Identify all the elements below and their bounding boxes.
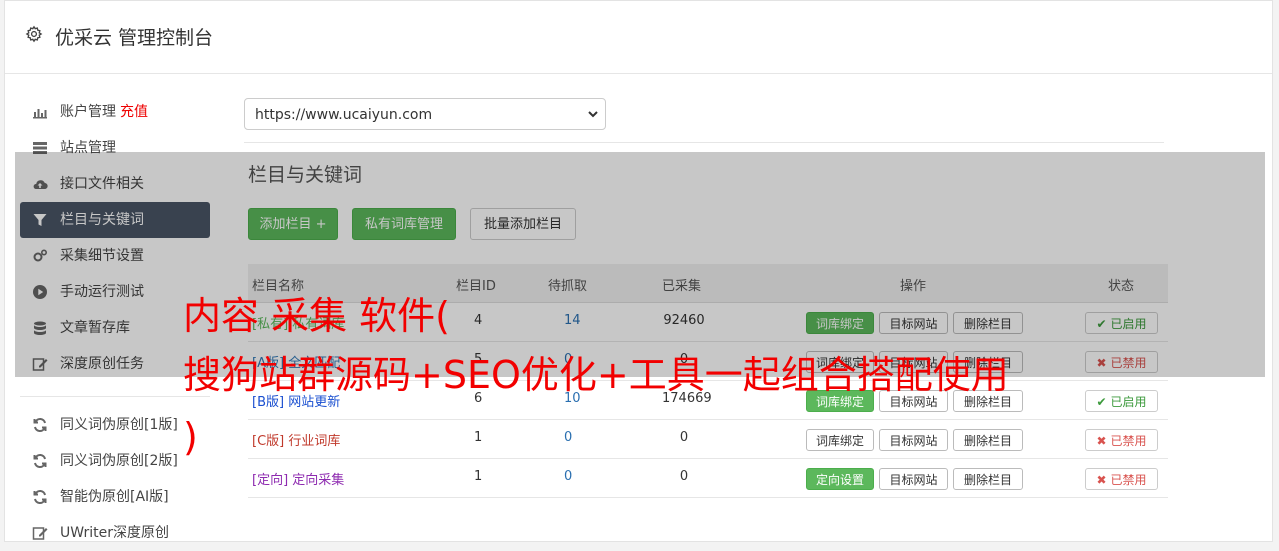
watermark-line-3: )	[183, 415, 198, 459]
check-icon: ✔	[1096, 395, 1107, 409]
status-label: 已禁用	[1110, 473, 1147, 487]
site-select-value: https://www.ucaiyun.com	[255, 107, 433, 123]
chevron-down-icon	[587, 99, 599, 144]
status-toggle[interactable]: ✖ 已禁用	[1085, 429, 1158, 451]
sidebar-tool-uwriter[interactable]: UWriter深度原创	[20, 515, 210, 551]
column-title: 行业词库	[288, 434, 341, 449]
column-id: 1	[474, 430, 483, 445]
sidebar-item-label: 账户管理	[60, 104, 116, 120]
lexicon-bind-button[interactable]: 词库绑定	[806, 429, 874, 451]
pending-count[interactable]: 0	[564, 469, 572, 484]
refresh-icon	[32, 489, 48, 505]
column-id: 1	[474, 469, 483, 484]
status-label: 已禁用	[1110, 434, 1147, 448]
lexicon-bind-button[interactable]: 定向设置	[806, 468, 874, 490]
gear-icon	[25, 25, 43, 43]
column-name[interactable]: [定向] 定向采集	[252, 469, 344, 488]
sidebar-tool-synonym-v1[interactable]: 同义词伪原创[1版]	[20, 407, 210, 443]
collected-count: 0	[679, 469, 689, 484]
recharge-link[interactable]: 充值	[120, 104, 148, 120]
cross-icon: ✖	[1096, 473, 1107, 487]
status-toggle[interactable]: ✔ 已启用	[1085, 390, 1158, 412]
header: 优采云 管理控制台	[5, 1, 1272, 74]
cross-icon: ✖	[1096, 434, 1107, 448]
sidebar-item-label: UWriter深度原创	[60, 525, 169, 541]
collected-count: 0	[679, 430, 689, 445]
refresh-icon	[32, 417, 48, 433]
delete-column-button[interactable]: 删除栏目	[953, 468, 1023, 490]
sidebar-divider	[20, 396, 210, 397]
column-tag: [C版]	[252, 434, 285, 449]
status-label: 已启用	[1110, 395, 1147, 409]
bar-chart-icon	[32, 104, 48, 120]
column-tag: [定向]	[252, 473, 289, 488]
sidebar-tool-ai[interactable]: 智能伪原创[AI版]	[20, 479, 210, 515]
sidebar-item-label: 智能伪原创[AI版]	[60, 489, 169, 505]
site-select[interactable]: https://www.ucaiyun.com	[244, 98, 606, 130]
dim-overlay	[15, 152, 1265, 377]
target-site-button[interactable]: 目标网站	[879, 429, 948, 451]
watermark-line-2: 搜狗站群源码+SEO优化+工具一起组合搭配使用	[183, 353, 1009, 397]
pending-count[interactable]: 0	[564, 430, 572, 445]
table-row: [定向] 定向采集 1 0 0 定向设置 目标网站 删除栏目 ✖ 已禁用	[248, 458, 1168, 498]
column-name[interactable]: [C版] 行业词库	[252, 430, 340, 449]
watermark-line-1: 内容 采集 软件(	[183, 294, 450, 338]
sidebar-item-account[interactable]: 账户管理 充值	[20, 94, 210, 130]
column-title: 定向采集	[292, 473, 345, 488]
edit-icon	[32, 525, 48, 541]
delete-column-button[interactable]: 删除栏目	[953, 429, 1023, 451]
status-toggle[interactable]: ✖ 已禁用	[1085, 468, 1158, 490]
page-title: 优采云 管理控制台	[55, 27, 214, 49]
target-site-button[interactable]: 目标网站	[879, 468, 948, 490]
table-row: [C版] 行业词库 1 0 0 词库绑定 目标网站 删除栏目 ✖ 已禁用	[248, 419, 1168, 459]
sidebar-tool-synonym-v2[interactable]: 同义词伪原创[2版]	[20, 443, 210, 479]
refresh-icon	[32, 453, 48, 469]
sidebar-item-label: 同义词伪原创[1版]	[60, 417, 178, 433]
sidebar-item-label: 同义词伪原创[2版]	[60, 453, 178, 469]
divider	[244, 142, 1164, 143]
